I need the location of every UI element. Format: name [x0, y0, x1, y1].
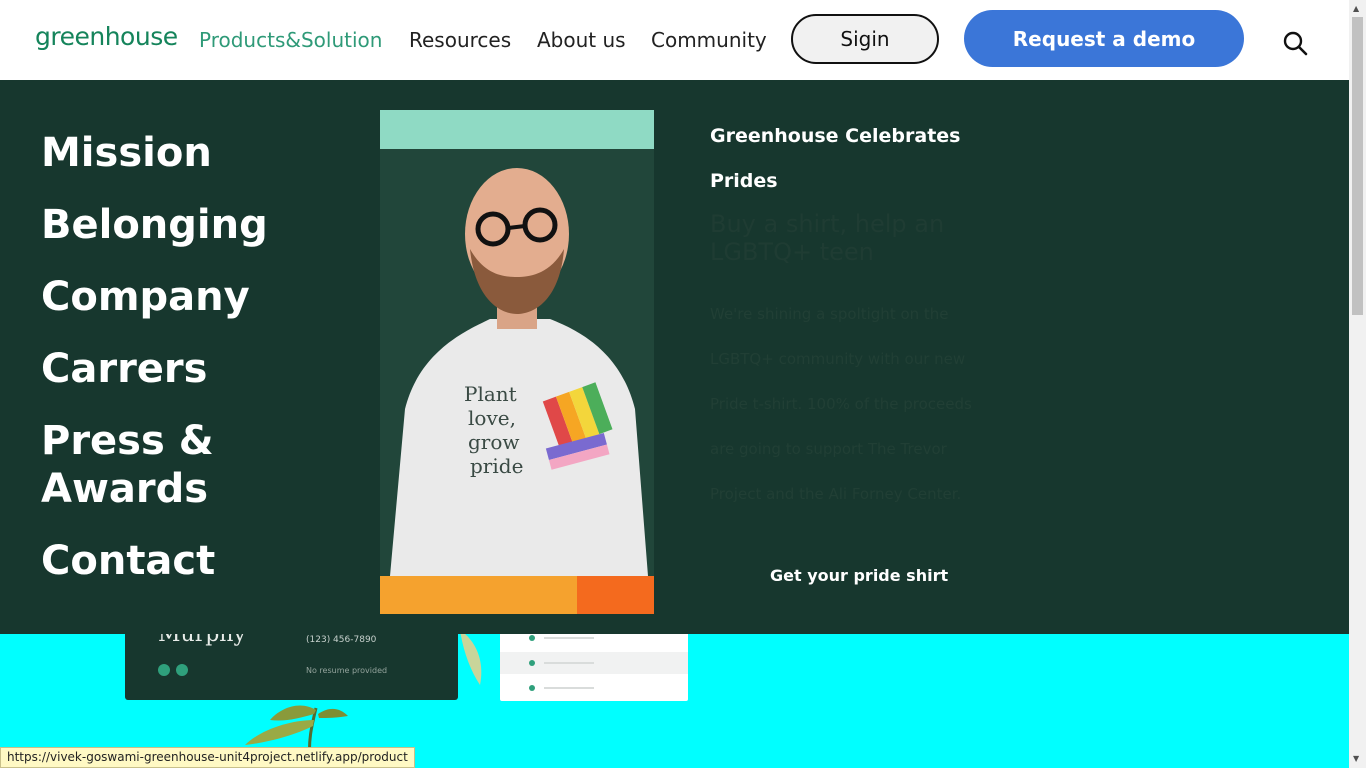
linkedin-icon — [176, 664, 188, 676]
promo-body: We're shining a spoltight on the LGBTQ+ … — [710, 305, 972, 503]
pride-shirt-image[interactable]: Plant love, grow pride — [380, 110, 654, 614]
link-status-bar: https://vivek-goswami-greenhouse-unit4pr… — [0, 747, 415, 768]
promo-subtitle: Buy a shirt, help an LGBTQ+ teen — [710, 210, 945, 266]
shirt-text-line: grow — [468, 430, 520, 454]
shirt-text-line: pride — [470, 454, 523, 478]
nav-resources[interactable]: Resources — [409, 28, 511, 52]
menu-item-belonging[interactable]: Belonging — [41, 201, 268, 249]
signin-button[interactable]: Sigin — [791, 14, 939, 64]
greenhouse-logo[interactable]: greenhouse — [35, 22, 178, 51]
menu-item-company[interactable]: Company — [41, 273, 250, 321]
get-pride-shirt-link[interactable]: Get your pride shirt — [770, 566, 948, 585]
menu-item-press-awards[interactable]: Press & Awards — [41, 417, 281, 513]
scrollbar-thumb[interactable] — [1352, 17, 1363, 315]
site-header: greenhouse Products&Solution Resources A… — [0, 0, 1349, 80]
checklist-row — [500, 652, 688, 674]
about-dropdown-panel: Mission Belonging Company Carrers Press … — [0, 80, 1349, 634]
menu-item-contact[interactable]: Contact — [41, 537, 215, 585]
candidate-phone: (123) 456-7890 — [306, 635, 377, 645]
scroll-down-arrow-icon[interactable]: ▼ — [1353, 754, 1359, 763]
nav-community[interactable]: Community — [651, 28, 767, 52]
checklist-row — [500, 677, 688, 699]
search-icon[interactable] — [1282, 30, 1308, 56]
promo-title: Greenhouse Celebrates Prides — [710, 125, 961, 192]
shirt-text-line: Plant — [464, 382, 517, 406]
scroll-up-arrow-icon[interactable]: ▲ — [1353, 4, 1359, 13]
candidate-resume: No resume provided — [306, 666, 388, 675]
menu-item-mission[interactable]: Mission — [41, 129, 212, 177]
request-demo-button[interactable]: Request a demo — [964, 10, 1244, 67]
facebook-icon — [158, 664, 170, 676]
menu-item-carrers[interactable]: Carrers — [41, 345, 207, 393]
nav-products-solution[interactable]: Products&Solution — [199, 28, 382, 52]
shirt-text-line: love, — [468, 406, 516, 430]
person-in-pride-shirt: Plant love, grow pride — [380, 149, 654, 576]
leaf-illustration — [460, 630, 482, 685]
nav-about-us[interactable]: About us — [537, 28, 626, 52]
